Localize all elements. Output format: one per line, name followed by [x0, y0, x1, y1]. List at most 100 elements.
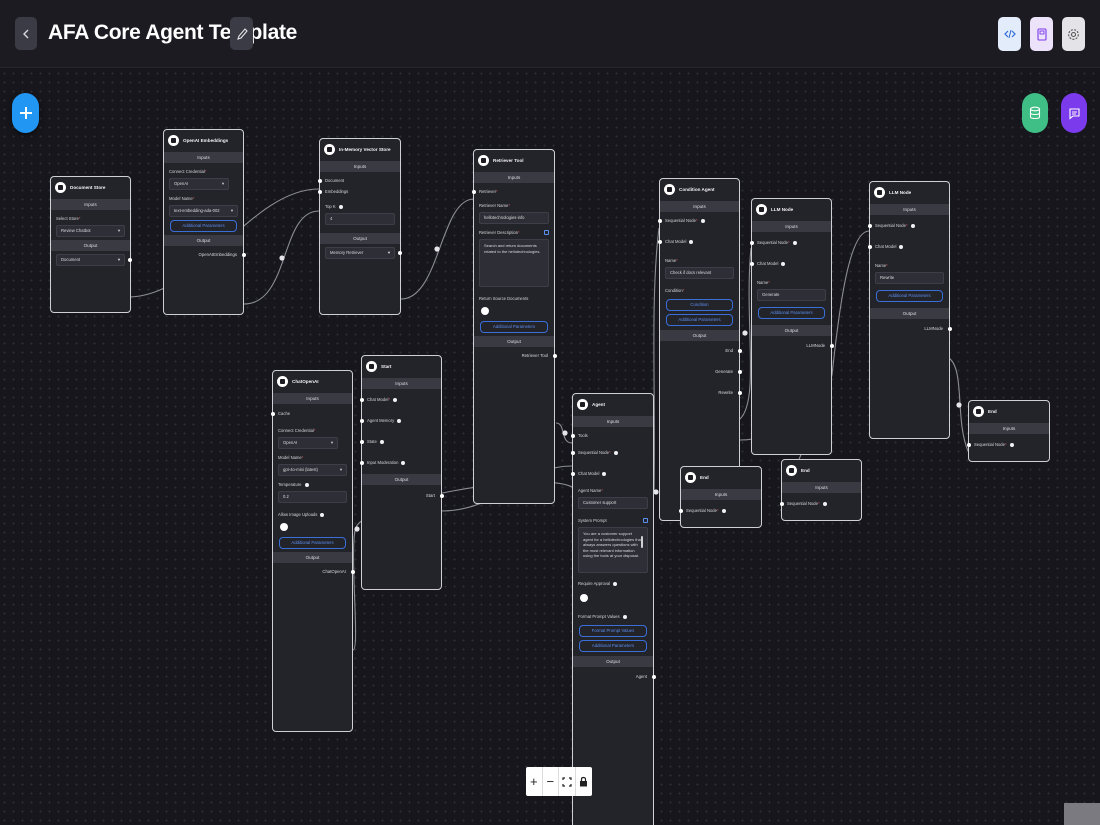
- allow-image-toggle[interactable]: [280, 523, 288, 531]
- require-approval-toggle[interactable]: [580, 594, 588, 602]
- input-handle[interactable]: [570, 471, 575, 476]
- additional-parameters-button[interactable]: Additional Parameters: [758, 307, 825, 319]
- app-window: AFA Core Agent Template Document Store I…: [0, 0, 1100, 825]
- node-header: LLM Node: [870, 182, 949, 201]
- output-handle[interactable]: [128, 258, 132, 262]
- model-name-dropdown[interactable]: gpt-4o-mini (latest) ▼: [278, 464, 347, 476]
- credential-dropdown[interactable]: OpenAI ▼: [169, 178, 229, 190]
- condition-button[interactable]: Condition: [666, 299, 733, 311]
- input-chat-model: Chat Model: [657, 236, 739, 247]
- expand-icon[interactable]: [643, 518, 648, 523]
- format-prompt-button[interactable]: Format Prompt Values: [579, 625, 647, 637]
- input-handle[interactable]: [359, 418, 364, 423]
- output-handle[interactable]: [350, 569, 355, 574]
- node-in-memory-vector-store[interactable]: In-Memory Vector Store Inputs Document E…: [317, 138, 402, 315]
- output-handle[interactable]: [737, 348, 742, 353]
- node-document-store[interactable]: Document Store Inputs Select Store* Revi…: [50, 176, 132, 313]
- retriever-description-input[interactable]: Search and return documents related to t…: [479, 239, 549, 287]
- output-handle[interactable]: [947, 326, 952, 331]
- input-handle[interactable]: [657, 239, 662, 244]
- inputs-bar: Inputs: [870, 204, 949, 215]
- additional-parameters-button[interactable]: Additional Parameters: [170, 220, 237, 232]
- temperature-input[interactable]: 0.2: [278, 491, 347, 503]
- input-handle[interactable]: [359, 397, 364, 402]
- input-chat-model: Chat Model: [867, 241, 949, 252]
- node-chat-openai[interactable]: ChatOpenAI Inputs Cache Connect Credenti…: [270, 370, 355, 732]
- info-icon: [320, 512, 325, 517]
- allow-image-label: Allow Image Uploads: [273, 509, 352, 520]
- output-handle[interactable]: [398, 251, 402, 255]
- output-handle[interactable]: [552, 353, 557, 358]
- node-llm-rewrite[interactable]: LLM Node Inputs Sequential Node* Chat Mo…: [867, 181, 952, 439]
- additional-parameters-button[interactable]: Additional Parameters: [480, 321, 548, 333]
- input-handle[interactable]: [570, 433, 575, 438]
- scrollbar[interactable]: [641, 536, 643, 548]
- input-handle[interactable]: [749, 240, 754, 245]
- output-select[interactable]: Document ▼: [56, 254, 132, 266]
- input-handle[interactable]: [678, 508, 683, 513]
- additional-parameters-button[interactable]: Additional Parameters: [876, 290, 943, 302]
- api-code-button[interactable]: [998, 17, 1021, 51]
- node-start[interactable]: Start Inputs Chat Model* Agent Memory St…: [359, 355, 444, 590]
- input-handle[interactable]: [867, 223, 872, 228]
- node-llm-generate[interactable]: LLM Node Inputs Sequential Node* Chat Mo…: [749, 198, 834, 455]
- retriever-name-input[interactable]: hellotechnologies-info: [479, 212, 549, 224]
- pencil-icon: [236, 27, 248, 40]
- input-handle[interactable]: [471, 189, 476, 194]
- input-handle[interactable]: [317, 178, 322, 183]
- node-end-2[interactable]: End Inputs Sequential Node*: [779, 459, 862, 521]
- input-handle[interactable]: [779, 501, 784, 506]
- additional-parameters-button[interactable]: Additional Parameters: [279, 537, 346, 549]
- lock-button[interactable]: [576, 767, 593, 796]
- node-end-3[interactable]: End Inputs Sequential Node*: [966, 400, 1050, 462]
- input-handle[interactable]: [570, 450, 575, 455]
- output-handle[interactable]: [829, 343, 834, 348]
- stop-icon: [786, 465, 797, 476]
- input-handle[interactable]: [749, 261, 754, 266]
- fit-view-button[interactable]: [559, 767, 576, 796]
- return-source-toggle[interactable]: [481, 307, 489, 315]
- open-chat-button[interactable]: [1061, 93, 1087, 133]
- input-handle[interactable]: [270, 411, 275, 416]
- additional-parameters-button[interactable]: Additional Parameters: [579, 640, 647, 652]
- input-handle[interactable]: [867, 244, 872, 249]
- input-handle[interactable]: [657, 218, 662, 223]
- node-end-1[interactable]: End Inputs Sequential Node*: [678, 466, 762, 528]
- credential-dropdown[interactable]: OpenAI ▼: [278, 437, 338, 449]
- settings-button[interactable]: [1062, 17, 1085, 51]
- name-input[interactable]: Check if docs relevant: [665, 267, 734, 279]
- output-handle[interactable]: [241, 252, 246, 257]
- input-handle[interactable]: [317, 189, 322, 194]
- output-handle[interactable]: [737, 369, 742, 374]
- back-button[interactable]: [15, 17, 37, 50]
- edge-handle: [434, 246, 440, 252]
- node-retriever-tool[interactable]: Retriever Tool Inputs Retriever* Retriev…: [471, 149, 557, 504]
- upsert-database-button[interactable]: [1022, 93, 1048, 133]
- input-handle[interactable]: [359, 460, 364, 465]
- name-input[interactable]: Rewrite: [875, 272, 944, 284]
- input-handle[interactable]: [359, 439, 364, 444]
- name-input[interactable]: Generate: [757, 289, 826, 301]
- zoom-in-button[interactable]: +: [526, 767, 543, 796]
- agent-name-input[interactable]: Customer support: [578, 497, 648, 509]
- flow-canvas[interactable]: Document Store Inputs Select Store* Revi…: [0, 69, 1100, 825]
- expand-icon[interactable]: [544, 230, 549, 235]
- node-openai-embeddings[interactable]: OpenAI Embeddings Inputs Connect Credent…: [163, 129, 246, 315]
- select-store-dropdown[interactable]: Review Chatbot ▼: [56, 225, 125, 237]
- output-handle[interactable]: [439, 493, 444, 498]
- add-node-button[interactable]: [12, 93, 39, 133]
- system-prompt-input[interactable]: You are a customer support agent for a h…: [578, 527, 648, 573]
- output-handle[interactable]: [651, 674, 656, 679]
- input-handle[interactable]: [966, 442, 971, 447]
- additional-parameters-button[interactable]: Additional Parameters: [666, 314, 733, 326]
- openai-icon: [277, 376, 288, 387]
- save-button[interactable]: [1030, 17, 1053, 51]
- model-name-dropdown[interactable]: text-embedding-ada-002 ▼: [169, 205, 238, 217]
- output-select[interactable]: Memory Retriever ▼: [325, 247, 402, 259]
- zoom-out-button[interactable]: −: [543, 767, 559, 796]
- output-handle[interactable]: [737, 390, 742, 395]
- caret-down-icon: ▼: [117, 257, 121, 262]
- node-agent[interactable]: Agent Inputs Tools Sequential Node* Chat…: [570, 393, 656, 825]
- edit-title-button[interactable]: [230, 17, 253, 50]
- topk-input[interactable]: 4: [325, 213, 395, 225]
